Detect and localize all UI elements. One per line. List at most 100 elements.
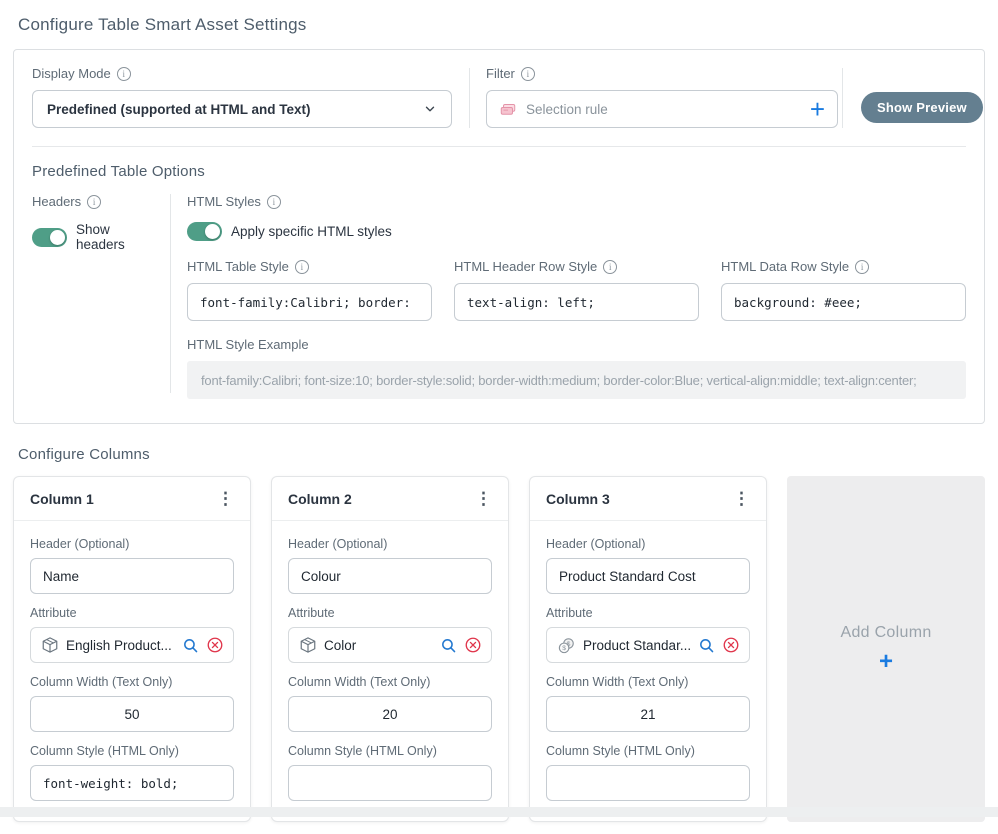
info-icon[interactable]	[87, 195, 101, 209]
bottom-strip	[0, 807, 998, 817]
html-styles-label: HTML Styles	[187, 194, 966, 209]
header-optional-label: Header (Optional)	[30, 537, 234, 551]
column-2-style-input[interactable]	[288, 765, 492, 801]
html-table-style-input[interactable]	[187, 283, 432, 321]
predefined-options-body: Headers Show headers HTML Styles	[32, 194, 966, 399]
info-icon[interactable]	[295, 260, 309, 274]
html-table-style-label: HTML Table Style	[187, 259, 432, 274]
column-2-attribute-value: Color	[324, 638, 433, 653]
display-mode-label-text: Display Mode	[32, 66, 111, 81]
filter-label: Filter	[486, 66, 842, 81]
filter-label-text: Filter	[486, 66, 515, 81]
show-headers-toggle[interactable]	[32, 228, 67, 247]
html-table-style-field: HTML Table Style	[187, 259, 432, 321]
info-icon[interactable]	[117, 67, 131, 81]
apply-html-styles-toggle-label: Apply specific HTML styles	[231, 224, 392, 239]
attribute-label: Attribute	[288, 606, 492, 620]
column-3-style-input[interactable]	[546, 765, 750, 801]
html-style-example-label: HTML Style Example	[187, 337, 966, 352]
column-card-2-header: Column 2 ⋮	[272, 477, 508, 521]
column-width-label: Column Width (Text Only)	[546, 675, 750, 689]
selection-rule-icon	[499, 100, 517, 118]
column-width-label: Column Width (Text Only)	[288, 675, 492, 689]
search-icon[interactable]	[440, 637, 457, 654]
column-card-2: Column 2 ⋮ Header (Optional) Attribute C…	[271, 476, 509, 822]
display-mode-select[interactable]: Predefined (supported at HTML and Text)	[32, 90, 452, 128]
headers-label-text: Headers	[32, 194, 81, 209]
html-styles-column: HTML Styles Apply specific HTML styles H…	[187, 194, 966, 399]
configure-columns-title: Configure Columns	[18, 446, 985, 463]
html-data-row-style-field: HTML Data Row Style	[721, 259, 966, 321]
show-headers-toggle-row: Show headers	[32, 222, 154, 252]
info-icon[interactable]	[521, 67, 535, 81]
column-style-label: Column Style (HTML Only)	[546, 744, 750, 758]
clear-attribute-icon[interactable]	[722, 636, 740, 654]
search-icon[interactable]	[698, 637, 715, 654]
kebab-menu-icon[interactable]: ⋮	[725, 490, 758, 507]
column-1-width-input[interactable]	[30, 696, 234, 732]
column-card-3: Column 3 ⋮ Header (Optional) Attribute $…	[529, 476, 767, 822]
html-data-row-style-label: HTML Data Row Style	[721, 259, 966, 274]
headers-column: Headers Show headers	[32, 194, 154, 399]
column-2-width-input[interactable]	[288, 696, 492, 732]
cube-icon	[299, 636, 317, 654]
kebab-menu-icon[interactable]: ⋮	[467, 490, 500, 507]
chevron-down-icon	[423, 102, 437, 116]
clear-attribute-icon[interactable]	[464, 636, 482, 654]
html-styles-label-text: HTML Styles	[187, 194, 261, 209]
attribute-label: Attribute	[30, 606, 234, 620]
display-mode-label: Display Mode	[32, 66, 469, 81]
show-preview-button[interactable]: Show Preview	[861, 92, 983, 123]
column-card-1-body: Header (Optional) Attribute English Prod…	[14, 521, 250, 821]
filter-selection-rule-box[interactable]: Selection rule +	[486, 90, 838, 128]
info-icon[interactable]	[603, 260, 617, 274]
coins-icon: $ $	[557, 636, 576, 655]
column-2-header-input[interactable]	[288, 558, 492, 594]
html-header-row-style-label: HTML Header Row Style	[454, 259, 699, 274]
html-header-row-style-field: HTML Header Row Style	[454, 259, 699, 321]
divider	[170, 194, 171, 393]
column-2-attribute-picker[interactable]: Color	[288, 627, 492, 663]
column-width-label: Column Width (Text Only)	[30, 675, 234, 689]
info-icon[interactable]	[855, 260, 869, 274]
info-icon[interactable]	[267, 195, 281, 209]
header-optional-label: Header (Optional)	[546, 537, 750, 551]
column-3-width-input[interactable]	[546, 696, 750, 732]
column-1-attribute-picker[interactable]: English Product...	[30, 627, 234, 663]
settings-top-row: Display Mode Predefined (supported at HT…	[14, 66, 984, 128]
column-3-header-input[interactable]	[546, 558, 750, 594]
column-style-label: Column Style (HTML Only)	[30, 744, 234, 758]
svg-text:$: $	[562, 645, 566, 652]
column-card-1-header: Column 1 ⋮	[14, 477, 250, 521]
html-style-example-value: font-family:Calibri; font-size:10; borde…	[187, 361, 966, 399]
html-data-row-style-input[interactable]	[721, 283, 966, 321]
html-header-row-style-input[interactable]	[454, 283, 699, 321]
column-card-3-body: Header (Optional) Attribute $ $ Product …	[530, 521, 766, 821]
column-cards: Column 1 ⋮ Header (Optional) Attribute E…	[13, 476, 985, 834]
display-mode-block: Display Mode Predefined (supported at HT…	[32, 66, 469, 128]
predefined-table-options: Predefined Table Options Headers Show he…	[14, 147, 984, 399]
clear-attribute-icon[interactable]	[206, 636, 224, 654]
column-1-header-input[interactable]	[30, 558, 234, 594]
display-mode-value: Predefined (supported at HTML and Text)	[47, 102, 311, 117]
html-data-row-style-label-text: HTML Data Row Style	[721, 259, 849, 274]
predefined-options-title: Predefined Table Options	[32, 163, 966, 180]
column-3-attribute-value: Product Standar...	[583, 638, 691, 653]
column-1-style-input[interactable]	[30, 765, 234, 801]
kebab-menu-icon[interactable]: ⋮	[209, 490, 242, 507]
settings-panel: Display Mode Predefined (supported at HT…	[13, 49, 985, 424]
search-icon[interactable]	[182, 637, 199, 654]
html-style-example: HTML Style Example font-family:Calibri; …	[187, 337, 966, 399]
page-title: Configure Table Smart Asset Settings	[18, 15, 985, 35]
cube-icon	[41, 636, 59, 654]
attribute-label: Attribute	[546, 606, 750, 620]
add-filter-plus-icon[interactable]: +	[810, 96, 825, 122]
header-optional-label: Header (Optional)	[288, 537, 492, 551]
column-3-attribute-picker[interactable]: $ $ Product Standar...	[546, 627, 750, 663]
apply-html-styles-toggle[interactable]	[187, 222, 222, 241]
html-table-style-label-text: HTML Table Style	[187, 259, 289, 274]
add-column-label: Add Column	[840, 624, 931, 642]
column-card-2-body: Header (Optional) Attribute Color	[272, 521, 508, 821]
column-card-2-title: Column 2	[288, 491, 352, 507]
add-column-button[interactable]: Add Column +	[787, 476, 985, 822]
